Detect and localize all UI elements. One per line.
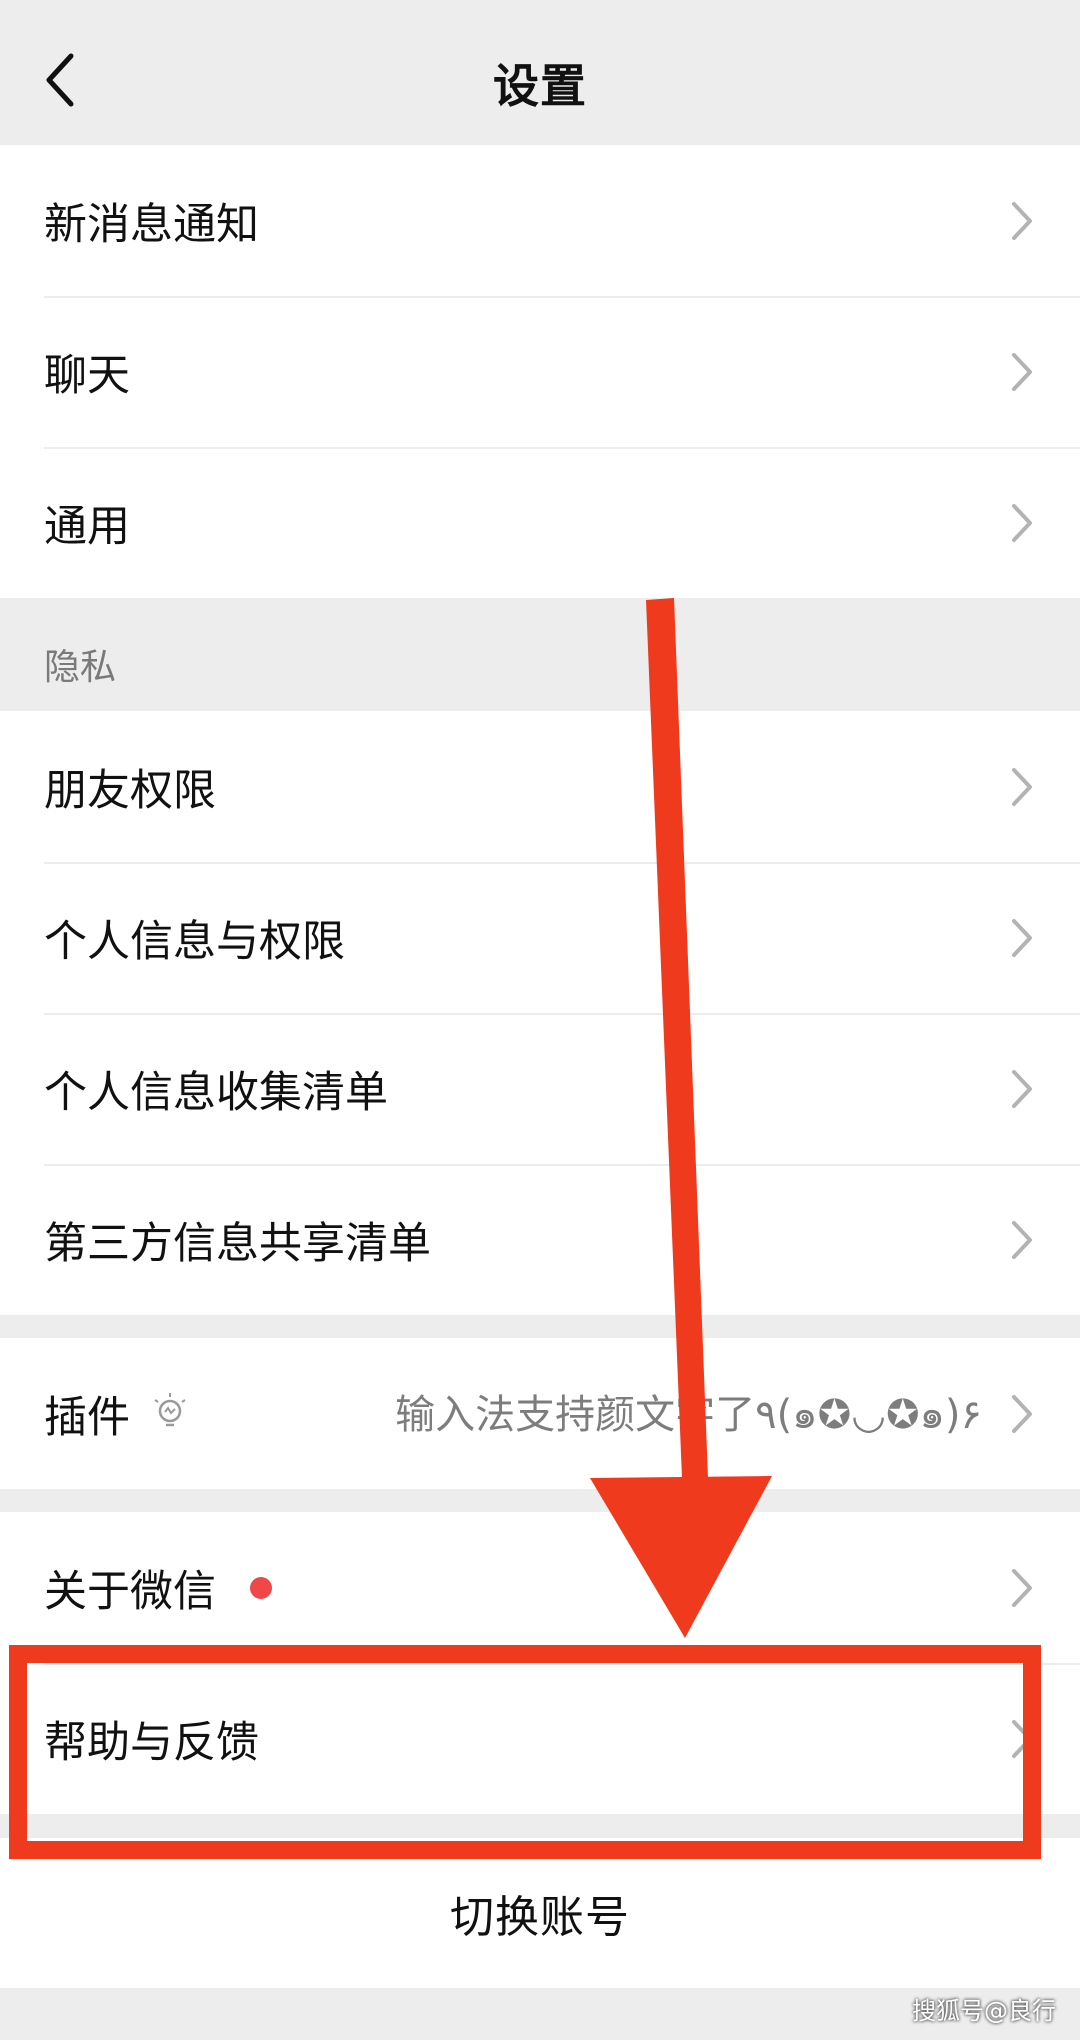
plugins-group: 插件 输入法支持颜文字了٩(๑✪◡✪๑)۶ xyxy=(0,1338,1080,1489)
lightbulb-icon xyxy=(154,1392,186,1426)
privacy-settings-group: 朋友权限 个人信息与权限 个人信息收集清单 第三方信息共享清单 xyxy=(0,711,1080,1315)
page-title: 设置 xyxy=(493,59,587,113)
settings-item-plugins[interactable]: 插件 输入法支持颜文字了٩(๑✪◡✪๑)۶ xyxy=(0,1338,1080,1489)
chevron-right-icon xyxy=(1012,1069,1032,1108)
settings-item-chat[interactable]: 聊天 xyxy=(0,296,1080,447)
switch-account-label: 切换账号 xyxy=(450,1892,630,1943)
section-header-privacy: 隐私 xyxy=(44,647,117,688)
settings-item-general[interactable]: 通用 xyxy=(0,447,1080,598)
settings-item-label: 朋友权限 xyxy=(44,765,216,816)
settings-item-label: 帮助与反馈 xyxy=(44,1717,259,1768)
general-settings-group: 新消息通知 聊天 通用 xyxy=(0,145,1080,598)
chevron-right-icon xyxy=(1012,918,1032,957)
settings-item-label: 第三方信息共享清单 xyxy=(44,1218,431,1269)
settings-item-help-feedback[interactable]: 帮助与反馈 xyxy=(0,1663,1080,1814)
settings-item-personal-info-permissions[interactable]: 个人信息与权限 xyxy=(0,862,1080,1013)
chevron-right-icon xyxy=(1012,1220,1032,1259)
settings-item-third-party-sharing[interactable]: 第三方信息共享清单 xyxy=(0,1164,1080,1315)
plugins-promo-text: 输入法支持颜文字了٩(๑✪◡✪๑)۶ xyxy=(395,1391,982,1438)
chevron-right-icon xyxy=(1012,1719,1032,1758)
settings-item-about-wechat[interactable]: 关于微信 xyxy=(0,1512,1080,1663)
settings-item-friend-permissions[interactable]: 朋友权限 xyxy=(0,711,1080,862)
chevron-right-icon xyxy=(1012,1394,1032,1433)
settings-item-label: 新消息通知 xyxy=(44,199,259,250)
chevron-right-icon xyxy=(1012,1568,1032,1607)
chevron-right-icon xyxy=(1012,503,1032,542)
settings-item-label: 聊天 xyxy=(44,350,130,401)
about-group: 关于微信 帮助与反馈 xyxy=(0,1512,1080,1814)
settings-item-label: 插件 xyxy=(44,1392,130,1443)
settings-item-label: 个人信息收集清单 xyxy=(44,1067,388,1118)
chevron-right-icon xyxy=(1012,352,1032,391)
chevron-right-icon xyxy=(1012,201,1032,240)
settings-item-label: 通用 xyxy=(44,501,130,552)
settings-item-new-message-notification[interactable]: 新消息通知 xyxy=(0,145,1080,296)
settings-item-label: 关于微信 xyxy=(44,1566,216,1617)
settings-item-personal-info-collection[interactable]: 个人信息收集清单 xyxy=(0,1013,1080,1164)
switch-account-button[interactable]: 切换账号 xyxy=(0,1838,1080,1988)
title-bar: 设置 xyxy=(0,0,1080,145)
settings-item-label: 个人信息与权限 xyxy=(44,916,345,967)
chevron-right-icon xyxy=(1012,767,1032,806)
new-badge-dot xyxy=(250,1576,272,1599)
watermark: 搜狐号@良行 xyxy=(912,1997,1056,2025)
